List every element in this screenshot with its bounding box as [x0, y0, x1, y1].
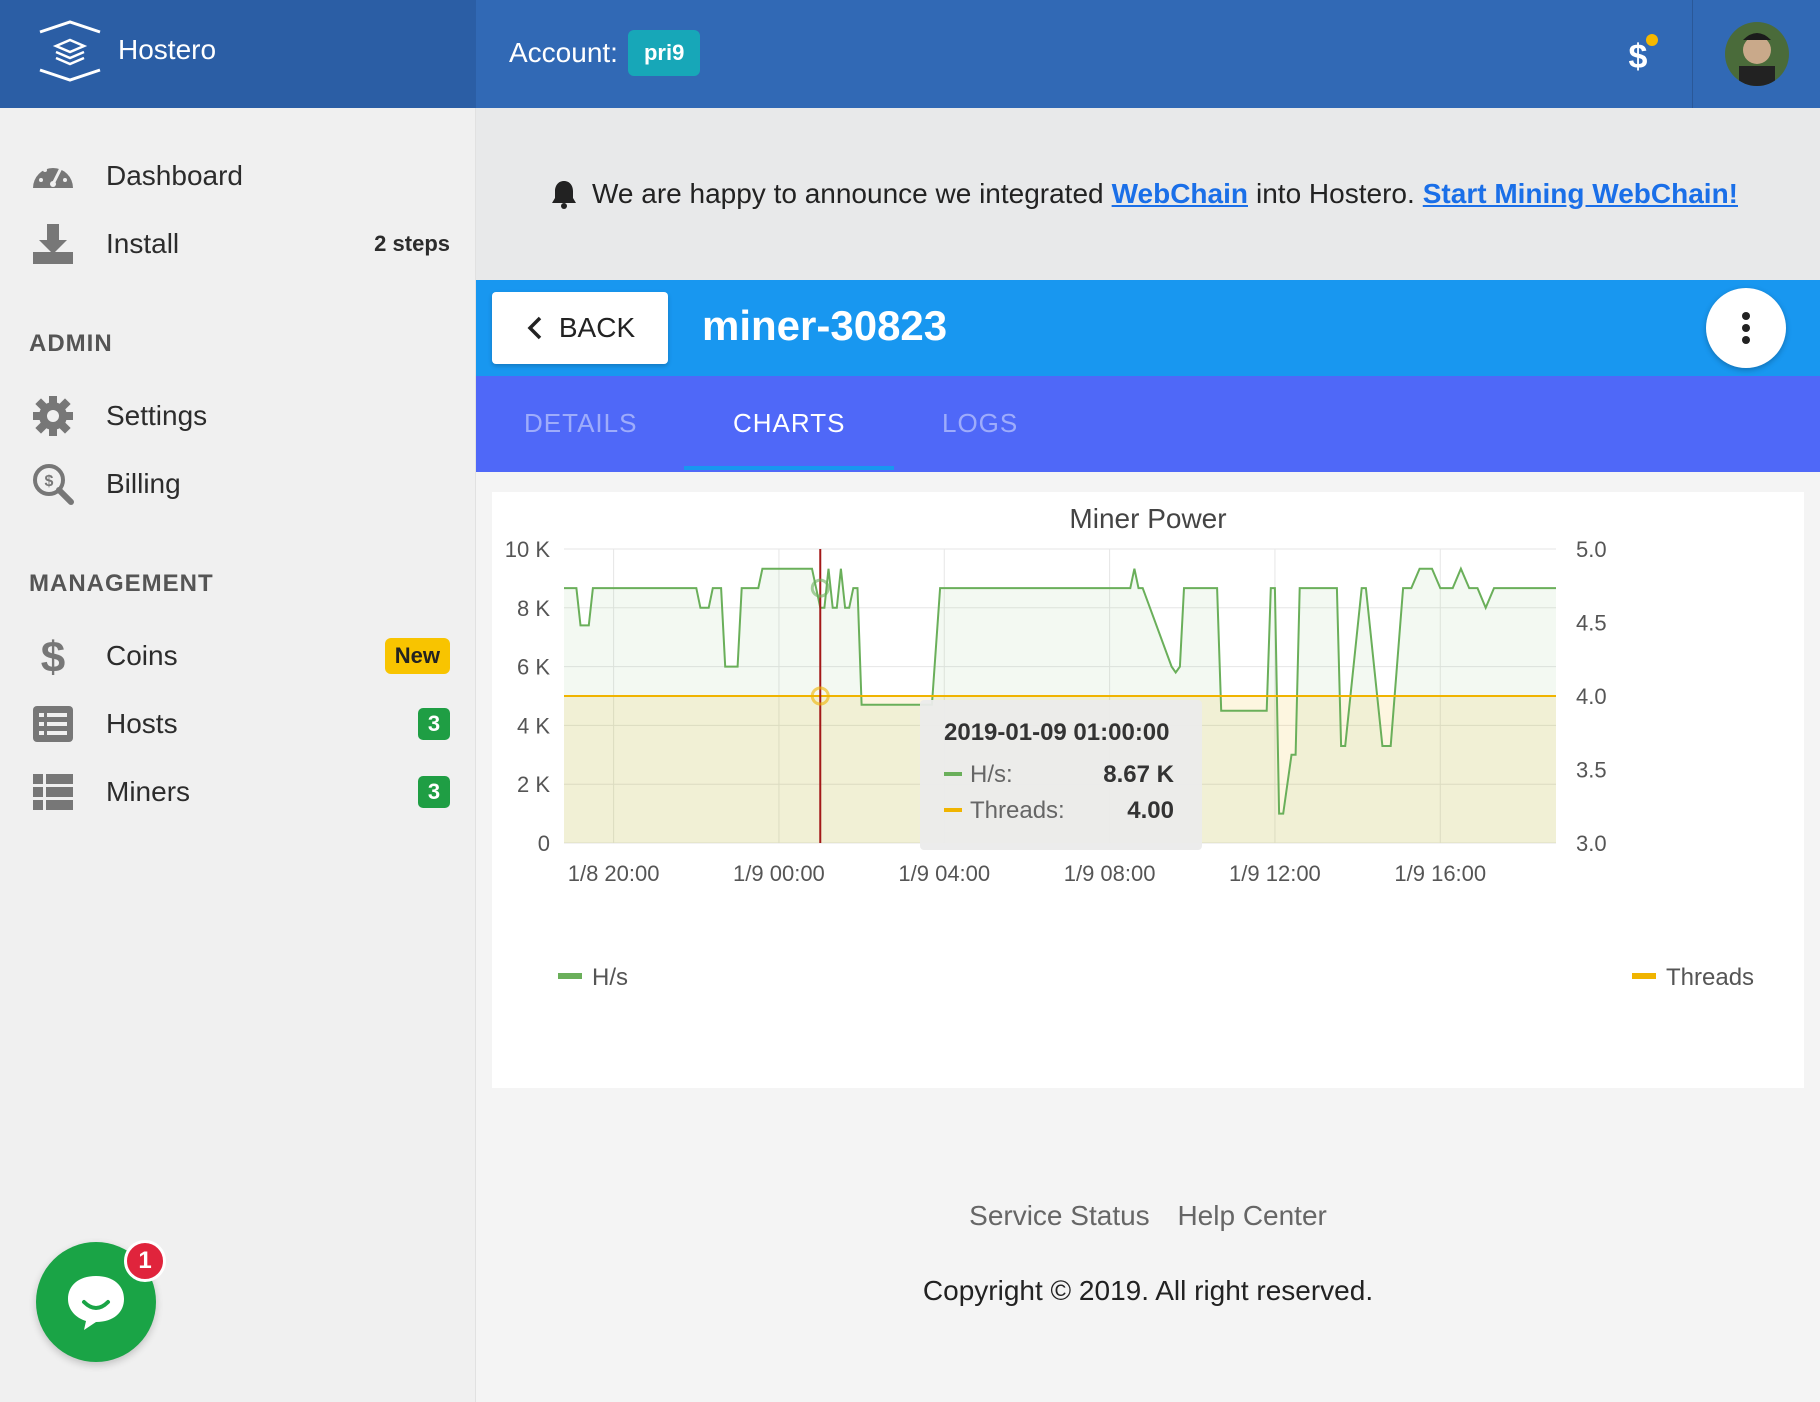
y-right-tick-label: 5.0: [1576, 537, 1607, 562]
sidebar-item-label: Coins: [106, 640, 178, 671]
tooltip-hs-value: 8.67 K: [1103, 761, 1174, 788]
user-menu[interactable]: [1692, 0, 1820, 108]
x-tick-label: 1/9 04:00: [898, 861, 990, 886]
x-tick-label: 1/9 08:00: [1064, 861, 1156, 886]
y-left-tick-label: 8 K: [517, 596, 550, 621]
legend-hs-swatch[interactable]: [558, 973, 582, 979]
chart-legend: H/s Threads: [558, 964, 1754, 991]
announcement-text-middle: into Hostero.: [1256, 178, 1415, 209]
service-status-link[interactable]: Service Status: [969, 1200, 1150, 1231]
start-mining-link[interactable]: Start Mining WebChain!: [1423, 178, 1738, 210]
management-section-title: MANAGEMENT: [29, 570, 214, 597]
sidebar: Dashboard Install 2 steps ADMIN Settings…: [0, 108, 476, 1402]
y-right-tick-label: 4.0: [1576, 684, 1607, 709]
legend-threads-swatch[interactable]: [1632, 973, 1656, 979]
back-button-label: BACK: [558, 312, 636, 343]
new-badge: New: [384, 638, 450, 674]
tooltip-hs-swatch: [944, 772, 962, 776]
sidebar-item-label: Settings: [106, 400, 208, 431]
y-left-tick-label: 10 K: [505, 537, 551, 562]
sidebar-item-miners[interactable]: Miners 3: [0, 760, 476, 824]
hostero-logo-icon: [39, 20, 101, 82]
page-title: miner-30823: [702, 302, 948, 349]
tab-charts[interactable]: CHARTS: [733, 408, 845, 439]
sidebar-item-label: Hosts: [106, 708, 178, 739]
avatar[interactable]: [1724, 22, 1789, 86]
help-center-link[interactable]: Help Center: [1177, 1200, 1326, 1231]
y-right-tick-label: 4.5: [1576, 611, 1607, 636]
list-icon: [30, 701, 76, 747]
tooltip-threads-swatch: [944, 808, 962, 812]
tab-details[interactable]: DETAILS: [524, 408, 637, 439]
bell-icon: [551, 181, 576, 209]
account-label: Account:: [509, 37, 618, 68]
chat-icon: [68, 1276, 124, 1330]
back-button[interactable]: BACK: [492, 292, 668, 364]
x-tick-label: 1/9 16:00: [1394, 861, 1486, 886]
miner-power-chart[interactable]: Miner Power 10 K 8 K 6 K 4 K 2 K 0 5.0 4.5 4.0 3.…: [492, 492, 1804, 1088]
sidebar-item-install[interactable]: Install 2 steps: [0, 212, 476, 276]
miner-header: BACK miner-30823: [476, 280, 1820, 376]
account-selector[interactable]: Account: pri9: [509, 30, 701, 76]
legend-hs-label[interactable]: H/s: [592, 964, 628, 991]
announcement-bar: We are happy to announce we integrated W…: [476, 108, 1820, 280]
sidebar-item-coins[interactable]: $ Coins New: [0, 624, 476, 688]
sidebar-item-label: Billing: [106, 468, 181, 499]
y-left-tick-label: 4 K: [517, 713, 550, 738]
more-options-button[interactable]: [1706, 288, 1786, 368]
sidebar-item-label: Dashboard: [106, 160, 243, 191]
y-right-tick-label: 3.0: [1576, 831, 1607, 856]
sidebar-item-settings[interactable]: Settings: [0, 384, 476, 448]
x-tick-label: 1/9 12:00: [1229, 861, 1321, 886]
hosts-count-badge: 3: [418, 708, 450, 740]
y-left-tick-label: 0: [538, 831, 550, 856]
y-left-tick-label: 2 K: [517, 772, 550, 797]
billing-search-icon: $: [30, 461, 76, 507]
svg-text:$: $: [45, 473, 54, 490]
x-tick-label: 1/8 20:00: [568, 861, 660, 886]
tab-bar: DETAILS CHARTS LOGS: [476, 376, 1820, 472]
webchain-link[interactable]: WebChain: [1112, 178, 1248, 210]
account-badge[interactable]: pri9: [627, 30, 701, 76]
tooltip-time: 2019-01-09 01:00:00: [944, 719, 1170, 746]
chart-tooltip: 2019-01-09 01:00:00 H/s: 8.67 K Threads:…: [920, 700, 1202, 850]
notification-dot: [1646, 34, 1658, 46]
footer-links: Service Status Help Center: [476, 1200, 1820, 1232]
miners-count-badge: 3: [418, 776, 450, 808]
sidebar-item-label: Install: [106, 228, 180, 259]
install-steps-count: 2 steps: [374, 231, 450, 256]
more-vertical-icon: [1742, 312, 1750, 344]
legend-threads-label[interactable]: Threads: [1666, 964, 1754, 991]
tab-logs[interactable]: LOGS: [942, 408, 1018, 439]
sidebar-item-hosts[interactable]: Hosts 3: [0, 692, 476, 756]
brand-name: Hostero: [118, 34, 217, 65]
tooltip-threads-label: Threads:: [970, 797, 1065, 824]
gear-icon: [30, 393, 76, 439]
sidebar-item-dashboard[interactable]: Dashboard: [0, 144, 476, 208]
chart-title: Miner Power: [1069, 503, 1226, 534]
chat-unread-badge: 1: [124, 1240, 166, 1282]
table-icon: [30, 769, 76, 815]
tooltip-threads-value: 4.00: [1127, 797, 1174, 824]
y-right-tick-label: 3.5: [1576, 758, 1607, 783]
top-bar: Hostero Account: pri9 $: [0, 0, 1820, 108]
balance-button[interactable]: $: [1610, 28, 1666, 84]
sidebar-item-label: Miners: [106, 776, 191, 807]
tooltip-hs-label: H/s:: [970, 761, 1013, 788]
x-tick-label: 1/9 00:00: [733, 861, 825, 886]
admin-section-title: ADMIN: [29, 330, 113, 357]
copyright: Copyright © 2019. All right reserved.: [922, 1275, 1374, 1306]
active-tab-indicator: [684, 466, 894, 470]
download-icon: [30, 221, 76, 267]
dashboard-icon: [30, 153, 76, 199]
svg-text:$: $: [1629, 38, 1648, 76]
announcement-text: We are happy to announce we integrated: [591, 178, 1104, 209]
sidebar-item-billing[interactable]: $ Billing: [0, 452, 476, 516]
svg-text:$: $: [41, 634, 65, 678]
chart-card: Miner Power 10 K 8 K 6 K 4 K 2 K 0 5.0 4.5 4.0 3.…: [492, 492, 1804, 1088]
chevron-left-icon: [527, 316, 542, 340]
dollar-icon: $: [30, 633, 76, 679]
y-left-tick-label: 6 K: [517, 655, 550, 680]
brand[interactable]: Hostero: [0, 0, 476, 108]
